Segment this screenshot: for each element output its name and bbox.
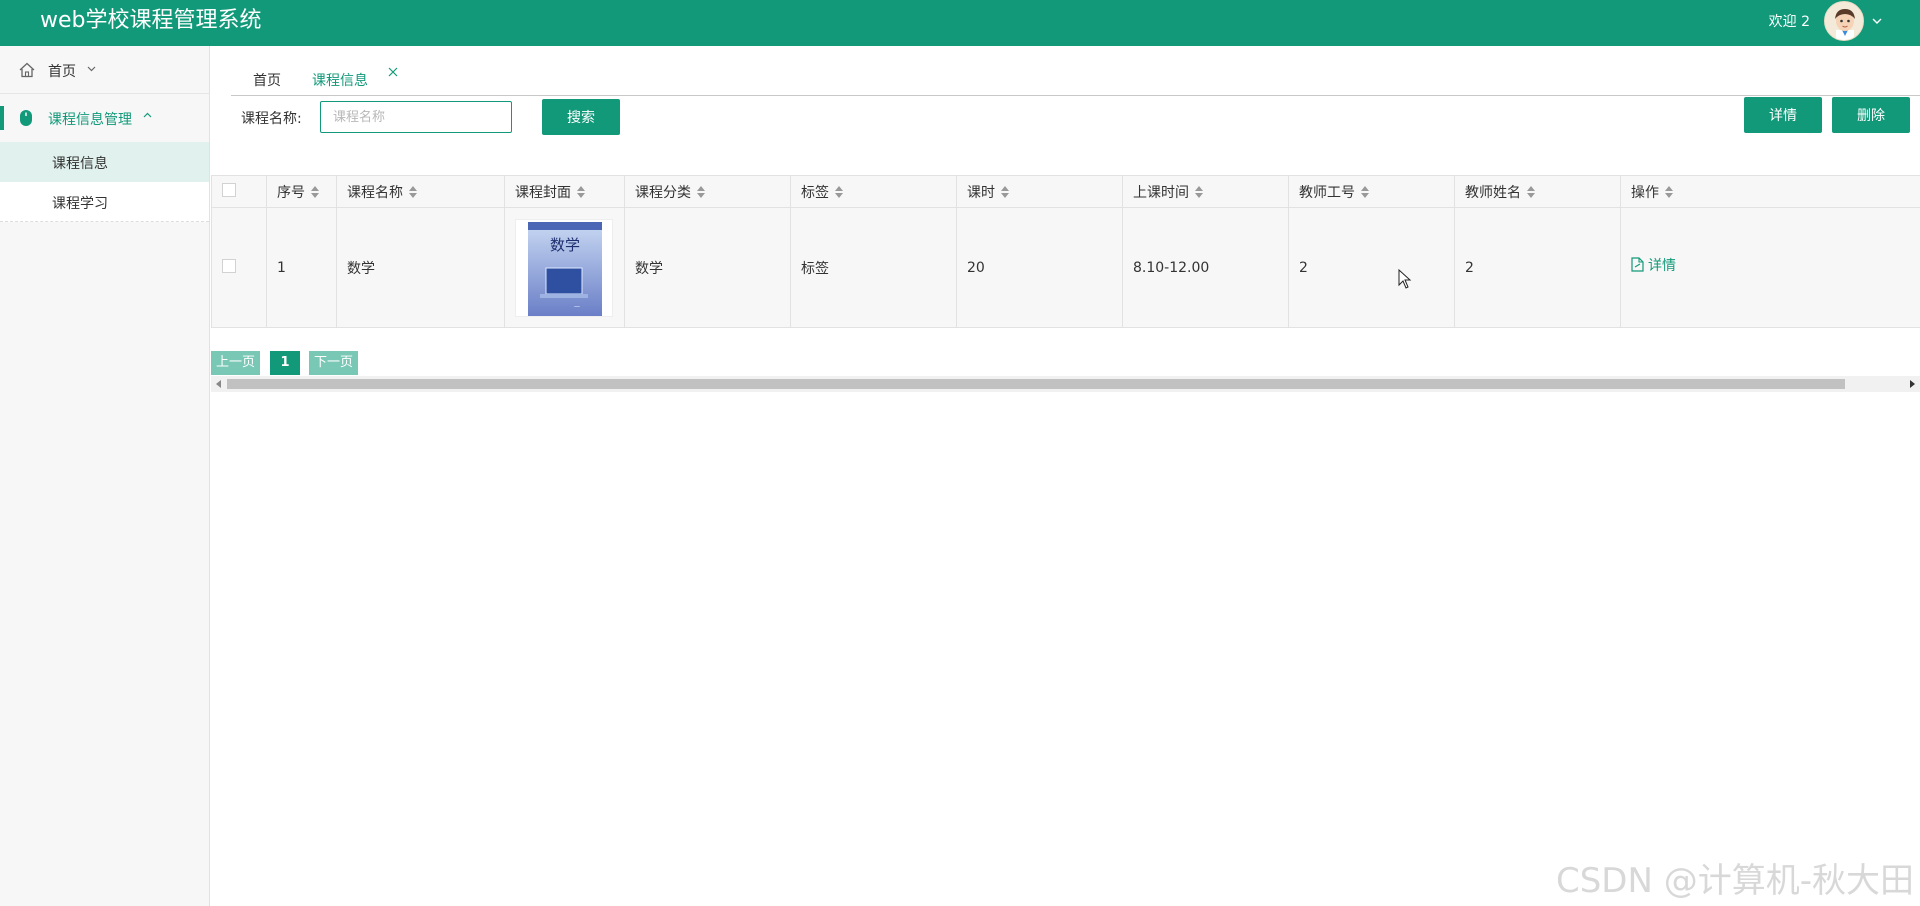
sort-icon [409, 185, 417, 198]
cell-time: 8.10-12.00 [1122, 207, 1289, 328]
horizontal-scrollbar[interactable] [211, 376, 1920, 392]
mouse-icon [20, 110, 32, 126]
search-button[interactable]: 搜索 [542, 99, 620, 135]
cover-title: 数学 [550, 235, 581, 254]
mouse-cursor-icon [1398, 269, 1412, 289]
watermark: CSDN @计算机-秋大田 [1555, 861, 1914, 901]
column-header-cover[interactable]: 课程封面 [504, 175, 625, 208]
scrollbar-thumb[interactable] [227, 379, 1845, 389]
next-page-button[interactable]: 下一页 [309, 351, 358, 375]
main-content: 首页 课程信息 课程名称: 搜索 详情 删除 序号 课程名称 课程封面 课程分类 [211, 46, 1920, 906]
sort-icon [1665, 185, 1673, 198]
sort-icon [1527, 185, 1535, 198]
column-header-index[interactable]: 序号 [266, 175, 337, 208]
sidebar-item-label: 课程学习 [52, 196, 108, 212]
sort-icon [1195, 185, 1203, 198]
chevron-up-icon [143, 112, 152, 118]
avatar-face-icon [1825, 2, 1863, 40]
cell-category: 数学 [624, 207, 791, 328]
cell-tag: 标签 [790, 207, 957, 328]
scroll-right-icon[interactable] [1909, 380, 1916, 388]
detail-button[interactable]: 详情 [1744, 97, 1822, 133]
row-detail-link[interactable]: 详情 [1631, 255, 1676, 275]
cell-name: 数学 [336, 207, 505, 328]
course-cover-image[interactable]: — 数学 [515, 218, 613, 317]
user-avatar[interactable] [1824, 1, 1864, 41]
cell-teacher-id: 2 [1288, 207, 1455, 328]
row-checkbox[interactable] [222, 258, 236, 273]
sort-icon [1361, 185, 1369, 198]
sidebar-item-home[interactable]: 首页 [0, 46, 209, 94]
search-label: 课程名称: [241, 111, 302, 127]
column-header-hours[interactable]: 课时 [956, 175, 1123, 208]
sort-icon [577, 185, 585, 198]
course-table: 序号 课程名称 课程封面 课程分类 标签 课时 上课时间 教师工号 教师姓名 操… [211, 175, 1920, 328]
current-page-button[interactable]: 1 [270, 351, 300, 375]
cell-cover: — 数学 [504, 207, 625, 328]
close-icon[interactable] [388, 67, 398, 77]
sort-icon [311, 185, 319, 198]
cell-actions: 详情 [1620, 207, 1920, 328]
sidebar-item-label: 首页 [48, 64, 76, 80]
cell-index: 1 [266, 207, 337, 328]
column-header-time[interactable]: 上课时间 [1122, 175, 1289, 208]
prev-page-button[interactable]: 上一页 [211, 351, 260, 375]
cell-hours: 20 [956, 207, 1123, 328]
tab-course-info[interactable]: 课程信息 [312, 70, 368, 90]
sort-icon [835, 185, 843, 198]
user-menu-chevron-icon[interactable] [1870, 14, 1884, 28]
active-indicator [0, 106, 4, 130]
svg-text:—: — [574, 303, 580, 310]
select-all-checkbox[interactable] [222, 182, 236, 197]
column-header-tag[interactable]: 标签 [790, 175, 957, 208]
scroll-left-icon[interactable] [215, 380, 222, 388]
tab-home[interactable]: 首页 [253, 70, 281, 90]
tab-bar: 首页 课程信息 [231, 60, 1920, 96]
column-header-name[interactable]: 课程名称 [336, 175, 505, 208]
column-header-category[interactable]: 课程分类 [624, 175, 791, 208]
sort-icon [1001, 185, 1009, 198]
document-icon [1631, 257, 1644, 272]
row-detail-label: 详情 [1648, 257, 1676, 274]
sidebar-item-course-info[interactable]: 课程信息 [0, 142, 209, 182]
top-bar: web学校课程管理系统 欢迎 2 [0, 0, 1920, 46]
column-header-actions[interactable]: 操作 [1620, 175, 1920, 208]
column-header-teacher-name[interactable]: 教师姓名 [1454, 175, 1621, 208]
app-title: web学校课程管理系统 [40, 8, 262, 33]
sidebar-item-label: 课程信息 [52, 156, 108, 172]
home-icon [19, 62, 35, 78]
chevron-down-icon [87, 66, 96, 72]
sidebar: 首页 课程信息管理 课程信息 课程学习 [0, 46, 210, 906]
select-all-cell [211, 175, 267, 208]
sidebar-item-course-study[interactable]: 课程学习 [0, 182, 209, 222]
table-row[interactable]: 1 数学 — 数学 数学 标签 20 8.10-12.00 2 2 详情 [211, 207, 1920, 328]
sidebar-group-course-management[interactable]: 课程信息管理 [0, 94, 209, 142]
column-header-teacher-id[interactable]: 教师工号 [1288, 175, 1455, 208]
search-input[interactable] [320, 101, 512, 133]
sort-icon [697, 185, 705, 198]
row-select-cell [211, 207, 267, 328]
cell-teacher-name: 2 [1454, 207, 1621, 328]
sidebar-group-label: 课程信息管理 [48, 112, 132, 128]
delete-button[interactable]: 删除 [1832, 97, 1910, 133]
table-header-row: 序号 课程名称 课程封面 课程分类 标签 课时 上课时间 教师工号 教师姓名 操… [211, 175, 1920, 208]
welcome-text: 欢迎 2 [1768, 14, 1810, 30]
